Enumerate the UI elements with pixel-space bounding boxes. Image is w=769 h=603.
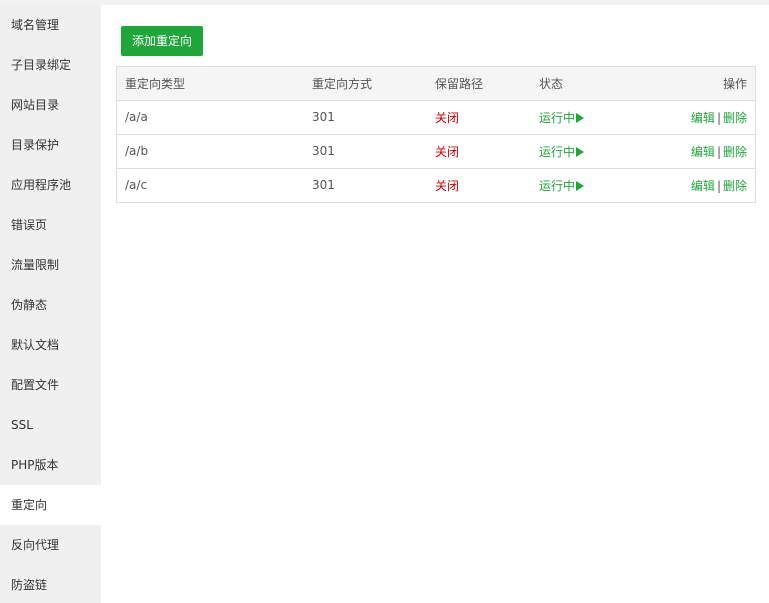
- header-redirect-type: 重定向类型: [117, 67, 304, 101]
- sidebar-item-config-file[interactable]: 配置文件: [0, 365, 101, 405]
- delete-link[interactable]: 删除: [723, 145, 747, 159]
- edit-link[interactable]: 编辑: [691, 179, 715, 193]
- cell-status[interactable]: 运行中: [531, 100, 621, 135]
- table-row: /a/b 301 关闭 运行中 编辑 | 删除: [117, 134, 755, 169]
- sidebar-item-app-pool[interactable]: 应用程序池: [0, 165, 101, 205]
- cell-actions: 编辑 | 删除: [621, 100, 755, 135]
- sidebar-item-dir-protection[interactable]: 目录保护: [0, 125, 101, 165]
- edit-link[interactable]: 编辑: [691, 145, 715, 159]
- header-keep-path: 保留路径: [427, 67, 531, 101]
- sidebar-item-subdir-binding[interactable]: 子目录绑定: [0, 45, 101, 85]
- sidebar-item-traffic-limit[interactable]: 流量限制: [0, 245, 101, 285]
- action-separator: |: [716, 110, 721, 125]
- play-icon[interactable]: [576, 180, 585, 191]
- sidebar-item-php-version[interactable]: PHP版本: [0, 445, 101, 485]
- header-actions: 操作: [621, 67, 755, 101]
- cell-type: /a/b: [117, 134, 304, 169]
- status-text[interactable]: 运行中: [539, 111, 575, 125]
- cell-keep-path: 关闭: [427, 134, 531, 169]
- table-row: /a/c 301 关闭 运行中 编辑 | 删除: [117, 168, 755, 202]
- sidebar: 域名管理 子目录绑定 网站目录 目录保护 应用程序池 错误页 流量限制 伪静态 …: [0, 5, 101, 603]
- add-redirect-button[interactable]: 添加重定向: [121, 26, 203, 56]
- status-text[interactable]: 运行中: [539, 145, 575, 159]
- cell-keep-path: 关闭: [435, 178, 460, 193]
- cell-status[interactable]: 运行中: [531, 168, 621, 202]
- cell-type: /a/c: [125, 178, 148, 193]
- sidebar-item-domain[interactable]: 域名管理: [0, 5, 101, 45]
- table-row: /a/a 301 关闭 运行中 编辑 | 删除: [117, 100, 755, 135]
- sidebar-item-redirect[interactable]: 重定向: [0, 485, 101, 525]
- status-text[interactable]: 运行中: [539, 179, 575, 193]
- sidebar-item-hotlink-protection[interactable]: 防盗链: [0, 565, 101, 603]
- cell-type: /a/a: [117, 100, 304, 135]
- sidebar-item-default-doc[interactable]: 默认文档: [0, 325, 101, 365]
- cell-actions: 编辑 | 删除: [621, 168, 755, 202]
- cell-actions: 编辑 | 删除: [621, 134, 755, 169]
- action-separator: |: [716, 144, 721, 159]
- edit-link[interactable]: 编辑: [691, 111, 715, 125]
- play-icon[interactable]: [576, 112, 585, 123]
- delete-link[interactable]: 删除: [723, 179, 747, 193]
- redirect-table: 重定向类型 重定向方式 保留路径 状态 操作 /a/a 301 关闭 运行中 编…: [116, 66, 756, 203]
- sidebar-item-site-directory[interactable]: 网站目录: [0, 85, 101, 125]
- delete-link[interactable]: 删除: [723, 111, 747, 125]
- cell-status[interactable]: 运行中: [531, 134, 621, 169]
- sidebar-item-rewrite[interactable]: 伪静态: [0, 285, 101, 325]
- cell-keep-path: 关闭: [427, 100, 531, 135]
- sidebar-item-reverse-proxy[interactable]: 反向代理: [0, 525, 101, 565]
- play-icon[interactable]: [576, 146, 585, 157]
- sidebar-item-error-page[interactable]: 错误页: [0, 205, 101, 245]
- header-status: 状态: [531, 67, 621, 101]
- header-redirect-method: 重定向方式: [304, 67, 427, 101]
- table-header-row: 重定向类型 重定向方式 保留路径 状态 操作: [117, 67, 755, 101]
- sidebar-item-ssl[interactable]: SSL: [0, 405, 101, 445]
- action-separator: |: [716, 178, 721, 193]
- cell-method: 301: [304, 134, 427, 169]
- main-panel: 添加重定向 重定向类型 重定向方式 保留路径 状态 操作 /a/a 301 关闭…: [101, 5, 769, 603]
- cell-method: 301: [304, 100, 427, 135]
- cell-method: 301: [312, 178, 335, 193]
